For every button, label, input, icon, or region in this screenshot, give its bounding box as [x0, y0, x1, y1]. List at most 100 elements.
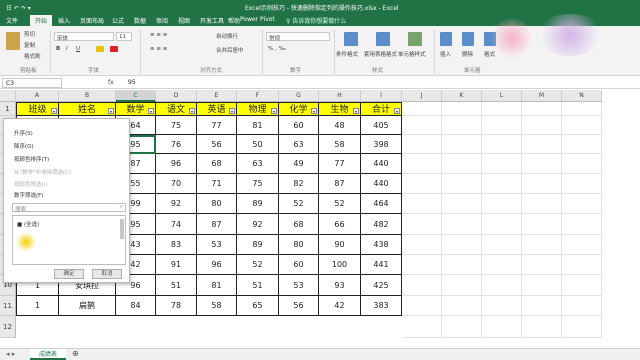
grid-cell[interactable] [442, 135, 482, 154]
grid-cell[interactable] [482, 275, 522, 296]
data-cell[interactable]: 50 [237, 135, 279, 154]
data-cell[interactable]: 96 [156, 154, 197, 174]
data-cell[interactable]: 80 [197, 194, 237, 214]
sort-ascending-item[interactable]: 升序(S) [14, 129, 33, 137]
grid-cell[interactable] [482, 154, 522, 174]
tab-power-pivot[interactable]: Power Pivot [240, 16, 275, 23]
align-top-icon[interactable]: ≡ ≡ ≡ [150, 32, 167, 38]
data-cell[interactable]: 82 [279, 174, 319, 194]
align-left-icon[interactable]: ≡ ≡ ≡ [150, 46, 167, 52]
sort-descending-item[interactable]: 降序(O) [14, 142, 34, 150]
data-cell[interactable]: 405 [361, 116, 402, 135]
data-cell[interactable]: 81 [237, 116, 279, 135]
grid-cell[interactable] [482, 296, 522, 316]
data-cell[interactable]: 92 [237, 214, 279, 235]
column-header[interactable]: F [237, 90, 279, 102]
list-scrollbar[interactable] [120, 219, 124, 239]
grid-cell[interactable] [442, 174, 482, 194]
grid-cell[interactable] [442, 102, 482, 116]
grid-cell[interactable] [522, 135, 562, 154]
data-cell[interactable]: 425 [361, 275, 402, 296]
sheet-nav-arrows[interactable]: ◂ ▸ [6, 350, 15, 358]
grid-cell[interactable] [442, 275, 482, 296]
grid-cell[interactable] [402, 154, 442, 174]
data-cell[interactable]: 89 [237, 194, 279, 214]
clear-filter-item[interactable]: 从"数学"中清除筛选(C) [14, 168, 71, 176]
table-format-button[interactable]: 套用表格格式 [364, 50, 397, 58]
grid-cell[interactable] [402, 275, 442, 296]
grid-cell[interactable] [562, 194, 602, 214]
data-cell[interactable]: 440 [361, 174, 402, 194]
grid-cell[interactable] [402, 296, 442, 316]
row-header[interactable]: 12 [0, 316, 16, 338]
grid-cell[interactable] [562, 275, 602, 296]
grid-cell[interactable] [402, 116, 442, 135]
filter-dropdown-icon[interactable]: ▾ [353, 108, 359, 114]
data-cell[interactable]: 90 [319, 235, 361, 255]
grid-cell[interactable] [442, 235, 482, 255]
data-cell[interactable]: 77 [319, 154, 361, 174]
grid-cell[interactable] [522, 102, 562, 116]
number-filters-item[interactable]: 数字筛选(F) [14, 191, 43, 199]
column-header[interactable]: A [16, 90, 59, 102]
sheet-tab[interactable]: 成绩表 [30, 349, 66, 360]
filter-dropdown-icon[interactable]: ▾ [189, 108, 195, 114]
data-cell[interactable]: 58 [197, 296, 237, 316]
grid-cell[interactable] [442, 154, 482, 174]
select-all-corner[interactable] [0, 90, 16, 102]
merge-center-button[interactable]: 合并后居中 [216, 46, 244, 54]
data-cell[interactable]: 438 [361, 235, 402, 255]
data-cell[interactable]: 60 [279, 255, 319, 275]
column-header[interactable]: E [197, 90, 237, 102]
table-format-icon[interactable] [376, 32, 390, 46]
grid-cell[interactable] [482, 102, 522, 116]
grid-cell[interactable] [442, 296, 482, 316]
grid-cell[interactable] [402, 255, 442, 275]
cell-styles-icon[interactable] [408, 32, 422, 46]
data-cell[interactable]: 53 [197, 235, 237, 255]
header-cell[interactable]: 语文 ▾ [156, 102, 197, 116]
data-cell[interactable]: 53 [279, 275, 319, 296]
data-cell[interactable]: 56 [197, 135, 237, 154]
column-header[interactable]: L [482, 90, 522, 102]
grid-cell[interactable] [562, 235, 602, 255]
grid-cell[interactable] [402, 102, 442, 116]
data-cell[interactable]: 68 [279, 214, 319, 235]
data-cell[interactable]: 398 [361, 135, 402, 154]
data-cell[interactable]: 51 [156, 275, 197, 296]
grid-cell[interactable] [482, 174, 522, 194]
grid-cell[interactable] [522, 174, 562, 194]
cancel-button[interactable]: 取消 [92, 269, 122, 279]
number-format-select[interactable]: 常规 [266, 32, 330, 42]
tab-formulas[interactable]: 公式 [112, 16, 124, 25]
filter-search-input[interactable]: 搜索 ⌕ [12, 203, 126, 213]
data-cell[interactable]: 51 [237, 275, 279, 296]
filter-dropdown-icon[interactable]: ▾ [148, 108, 154, 114]
grid-cell[interactable] [402, 235, 442, 255]
grid-cell[interactable] [522, 154, 562, 174]
formula-input[interactable]: 95 [128, 79, 136, 86]
filter-by-color-item[interactable]: 按颜色筛选(I) [14, 180, 47, 188]
ok-button[interactable]: 确定 [54, 269, 84, 279]
data-cell[interactable]: 93 [319, 275, 361, 296]
row-header[interactable]: 1 [0, 102, 16, 116]
paste-icon[interactable] [6, 32, 20, 50]
grid-cell[interactable] [522, 316, 562, 338]
grid-cell[interactable] [522, 235, 562, 255]
column-header[interactable]: D [156, 90, 197, 102]
data-cell[interactable]: 49 [279, 154, 319, 174]
delete-cells-icon[interactable] [462, 32, 474, 46]
column-header[interactable]: H [319, 90, 361, 102]
grid-cell[interactable] [562, 154, 602, 174]
grid-cell[interactable] [522, 214, 562, 235]
grid-cell[interactable] [402, 316, 442, 338]
tab-help[interactable]: 帮助 [228, 16, 240, 25]
grid-cell[interactable] [402, 194, 442, 214]
grid-cell[interactable] [482, 116, 522, 135]
data-cell[interactable]: 100 [319, 255, 361, 275]
italic-icon[interactable]: I [66, 46, 68, 52]
bold-icon[interactable]: B [56, 46, 60, 52]
tab-page-layout[interactable]: 页面布局 [80, 16, 104, 25]
grid-cell[interactable] [562, 174, 602, 194]
grid-cell[interactable] [522, 194, 562, 214]
